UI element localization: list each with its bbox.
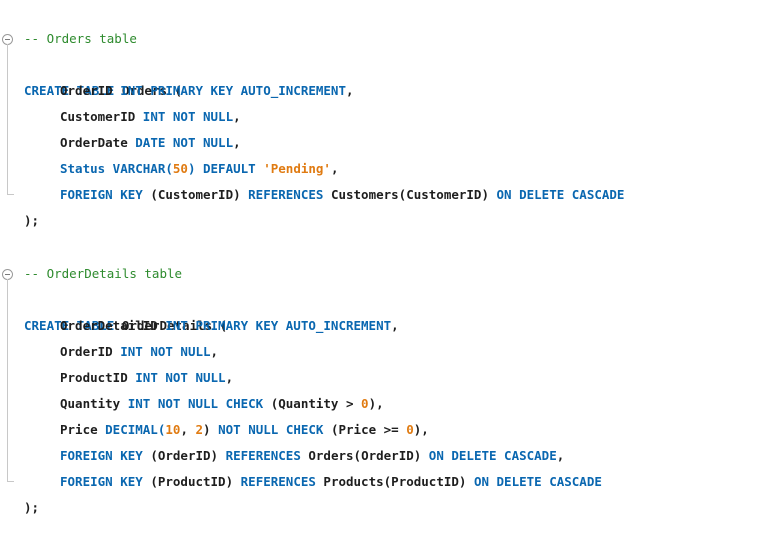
string-literal: 'Pending' xyxy=(263,161,331,176)
identifier: OrderID xyxy=(60,344,121,359)
code-line: Status VARCHAR(50) DEFAULT 'Pending', xyxy=(0,130,338,176)
identifier: (OrderID) xyxy=(142,448,226,463)
code-line: ProductID INT NOT NULL, xyxy=(0,339,233,385)
punctuation: , xyxy=(180,422,196,437)
keyword: ON DELETE CASCADE xyxy=(428,448,557,463)
code-line: OrderID INT NOT NULL, xyxy=(0,313,218,359)
keyword: REFERENCES xyxy=(225,448,301,463)
punctuation: ) xyxy=(203,422,219,437)
comment: -- OrderDetails table xyxy=(24,266,183,281)
punctuation: , xyxy=(346,83,354,98)
code-line: OrderDetailID INT PRIMARY KEY AUTO_INCRE… xyxy=(0,287,399,333)
comment: -- Orders table xyxy=(24,31,137,46)
code-editor[interactable]: -- Orders table CREATE TABLE Orders ( Or… xyxy=(0,0,765,515)
keyword: INT PRIMARY KEY AUTO_INCREMENT xyxy=(165,318,392,333)
identifier: OrderDetailID xyxy=(60,318,166,333)
keyword: ON DELETE CASCADE xyxy=(473,474,602,489)
identifier: (CustomerID) xyxy=(142,187,249,202)
code-line: OrderID INT PRIMARY KEY AUTO_INCREMENT, xyxy=(0,52,354,98)
closing-paren: ); xyxy=(24,500,40,515)
keyword: FOREIGN KEY xyxy=(60,474,143,489)
keyword: DECIMAL( xyxy=(105,422,166,437)
keyword: ) DEFAULT xyxy=(187,161,264,176)
keyword: INT PRIMARY KEY AUTO_INCREMENT xyxy=(120,83,346,98)
punctuation: , xyxy=(233,135,241,150)
keyword: REFERENCES xyxy=(240,474,316,489)
code-line: ); xyxy=(0,182,39,228)
identifier: CustomerID xyxy=(60,109,143,124)
identifier: Price xyxy=(60,422,106,437)
identifier: Products(ProductID) xyxy=(315,474,474,489)
punctuation: , xyxy=(391,318,399,333)
keyword: INT NOT NULL xyxy=(120,344,211,359)
punctuation: , xyxy=(330,161,339,176)
punctuation: ), xyxy=(368,396,384,411)
keyword: INT NOT NULL CHECK xyxy=(127,396,264,411)
code-line: FOREIGN KEY (CustomerID) REFERENCES Cust… xyxy=(0,156,624,202)
identifier: Orders(OrderID) xyxy=(300,448,429,463)
code-line: CREATE TABLE Orders ( xyxy=(0,26,182,98)
code-line: FOREIGN KEY (ProductID) REFERENCES Produ… xyxy=(0,443,602,489)
number-literal: 2 xyxy=(195,422,204,437)
keyword: DATE NOT NULL xyxy=(135,135,234,150)
keyword: REFERENCES xyxy=(248,187,324,202)
code-line: -- Orders table xyxy=(0,0,137,46)
identifier: Customers(CustomerID) xyxy=(323,187,497,202)
identifier: (Quantity > xyxy=(263,396,362,411)
keyword: FOREIGN KEY xyxy=(60,448,143,463)
identifier: (Price >= xyxy=(323,422,407,437)
keyword: INT NOT NULL xyxy=(135,370,226,385)
code-line: OrderDate DATE NOT NULL, xyxy=(0,104,241,150)
punctuation: ), xyxy=(413,422,429,437)
code-line: CustomerID INT NOT NULL, xyxy=(0,78,241,124)
number-literal: 50 xyxy=(172,161,188,176)
punctuation: , xyxy=(233,109,241,124)
identifier: OrderDate xyxy=(60,135,136,150)
code-line: FOREIGN KEY (OrderID) REFERENCES Orders(… xyxy=(0,417,564,463)
closing-paren: ); xyxy=(24,213,40,228)
punctuation: , xyxy=(556,448,565,463)
keyword: Status VARCHAR( xyxy=(60,161,173,176)
identifier: OrderID xyxy=(60,83,121,98)
number-literal: 0 xyxy=(361,396,369,411)
identifier: Quantity xyxy=(60,396,128,411)
code-line: Quantity INT NOT NULL CHECK (Quantity > … xyxy=(0,365,384,411)
keyword: INT NOT NULL xyxy=(142,109,234,124)
code-line: ); xyxy=(0,469,39,515)
keyword: NOT NULL CHECK xyxy=(218,422,324,437)
keyword: FOREIGN KEY xyxy=(60,187,143,202)
punctuation: , xyxy=(225,370,234,385)
code-line: CREATE TABLE OrderDetails ( xyxy=(0,261,227,333)
keyword: ON DELETE CASCADE xyxy=(496,187,625,202)
identifier: (ProductID) xyxy=(142,474,241,489)
code-line: -- OrderDetails table xyxy=(0,235,182,281)
number-literal: 0 xyxy=(406,422,414,437)
number-literal: 10 xyxy=(165,422,181,437)
punctuation: , xyxy=(210,344,219,359)
code-line: Price DECIMAL(10, 2) NOT NULL CHECK (Pri… xyxy=(0,391,429,437)
identifier: ProductID xyxy=(60,370,136,385)
